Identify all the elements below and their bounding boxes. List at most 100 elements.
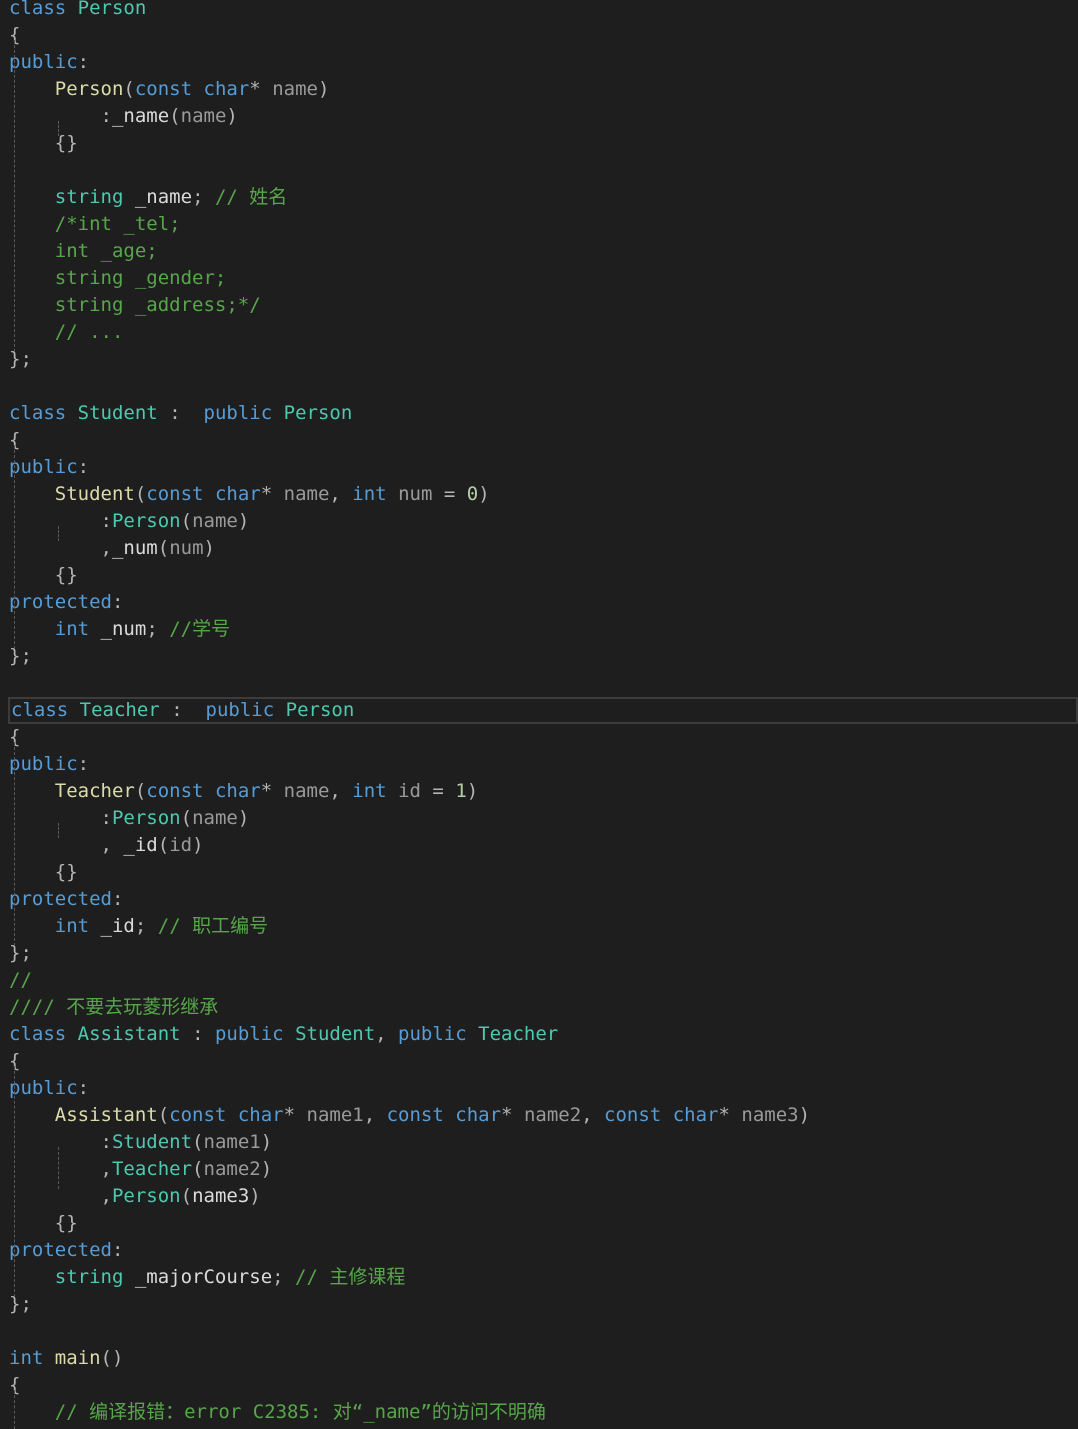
code-token: name <box>192 807 238 829</box>
code-token: ; <box>134 915 147 937</box>
code-token: ) <box>260 1158 273 1180</box>
code-token: : <box>192 1023 204 1045</box>
code-line-text: class Assistant : public Student, public… <box>9 1021 558 1048</box>
code-token: num <box>398 483 433 505</box>
code-line-text: int _id; // 职工编号 <box>9 913 268 940</box>
code-line-text: Teacher(const char* name, int id = 1) <box>9 778 478 805</box>
code-token: int <box>352 780 387 802</box>
code-token: name <box>283 780 330 802</box>
code-token: ( <box>180 1185 193 1207</box>
code-token: const <box>146 483 204 505</box>
code-line-text: public: <box>9 49 89 76</box>
code-token: main <box>54 1347 101 1369</box>
code-token: protected <box>9 591 112 613</box>
code-token: : <box>111 888 124 910</box>
code-token: // 主修课程 <box>295 1266 406 1288</box>
code-token: name <box>283 483 330 505</box>
code-token: {} <box>54 861 78 883</box>
code-token: // 编译报错：error C2385: 对“_name”的访问不明确 <box>54 1401 546 1423</box>
code-line-text: class Person <box>9 0 146 22</box>
code-token: 1 <box>455 780 467 802</box>
code-token: , <box>100 834 112 856</box>
code-token: ) <box>203 537 215 559</box>
code-token: public <box>214 1023 284 1045</box>
code-token: name <box>192 510 238 532</box>
code-token: : <box>77 51 90 73</box>
code-token: , <box>100 1158 112 1180</box>
code-token: : <box>77 1077 90 1099</box>
code-line-text: string _majorCourse; // 主修课程 <box>9 1264 406 1291</box>
code-line-text: {} <box>9 1210 78 1237</box>
code-token: char <box>214 483 261 505</box>
code-token: * <box>249 78 261 100</box>
indent-guide <box>14 40 15 352</box>
code-token: }; <box>9 348 32 370</box>
code-token: int <box>54 618 90 640</box>
code-line-text: }; <box>9 643 32 670</box>
current-code-line[interactable]: class Teacher : public Person <box>8 697 1078 724</box>
code-token: ) <box>237 807 250 829</box>
code-line-text: /*int _tel; <box>9 211 181 238</box>
code-line-text: class Student : public Person <box>9 400 352 427</box>
code-token: Student <box>111 1131 193 1153</box>
code-line-text: string _address;*/ <box>9 292 261 319</box>
code-line-text: int main() <box>9 1345 123 1372</box>
code-token: ( <box>134 780 147 802</box>
code-line-text: Assistant(const char* name1, const char*… <box>9 1102 810 1129</box>
code-token: _name <box>111 105 170 127</box>
code-line-text: }; <box>9 940 32 967</box>
code-token: , <box>581 1104 593 1126</box>
code-line-text: :Student(name1) <box>9 1129 273 1156</box>
code-token: /*int _tel; <box>54 213 181 235</box>
code-token: _id <box>100 915 135 937</box>
code-token: ) <box>192 834 204 856</box>
code-line-text: :Person(name) <box>9 805 250 832</box>
code-token: Assistant <box>54 1104 158 1126</box>
code-token: const <box>169 1104 227 1126</box>
code-editor[interactable]: class Person{public: Person(const char* … <box>0 0 1078 1429</box>
code-token: id <box>169 834 193 856</box>
code-token: ) <box>237 510 250 532</box>
code-token: int <box>54 915 90 937</box>
code-token: ; <box>146 618 158 640</box>
code-token: ) <box>260 1131 273 1153</box>
code-token: : <box>100 807 112 829</box>
code-token: string <box>54 1266 124 1288</box>
code-token: }; <box>9 1293 32 1315</box>
code-token: Person <box>111 1185 181 1207</box>
code-token: Teacher <box>54 780 135 802</box>
code-token: Teacher <box>478 1023 559 1045</box>
code-token: //// 不要去玩菱形继承 <box>9 996 219 1018</box>
indent-guide <box>58 1147 59 1189</box>
code-token: string _address;*/ <box>54 294 261 316</box>
code-token: // 职工编号 <box>157 915 269 937</box>
indent-guide <box>14 445 15 649</box>
code-line-text: protected: <box>9 886 123 913</box>
